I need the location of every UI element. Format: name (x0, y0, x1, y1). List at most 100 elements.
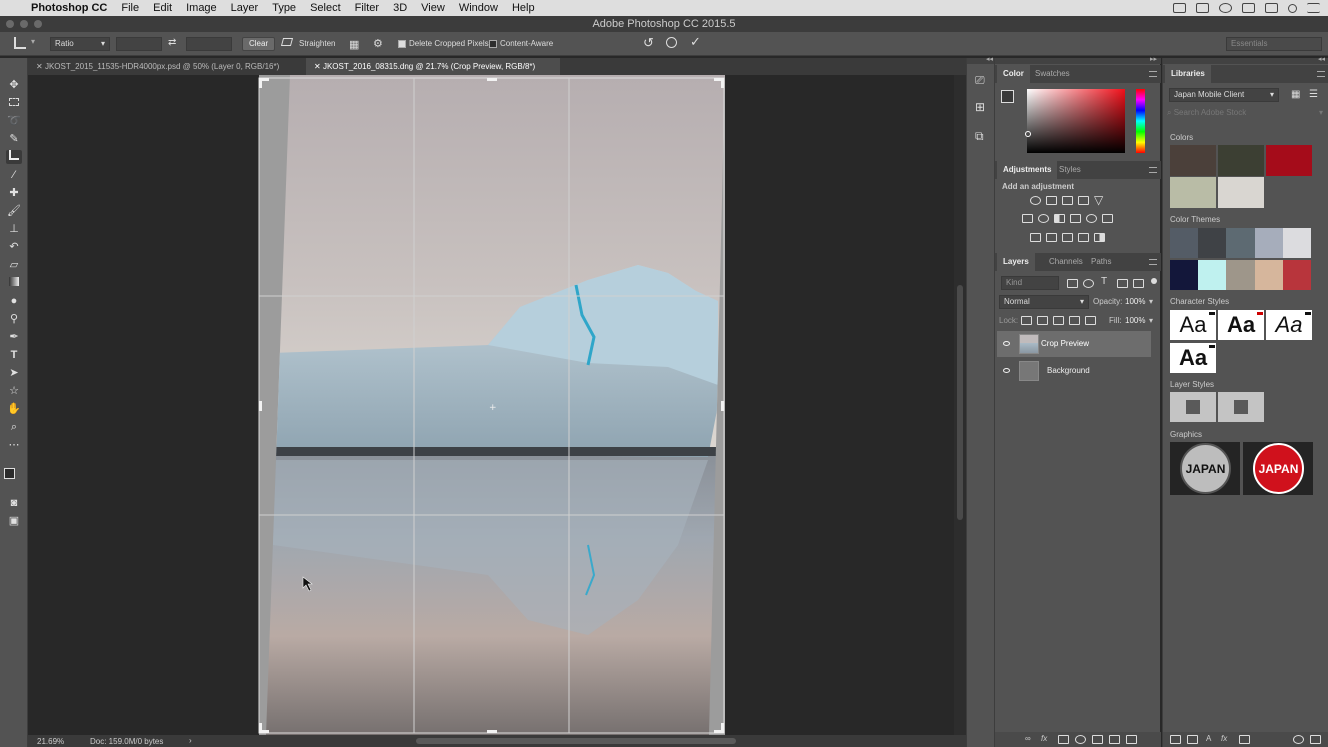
invert-icon[interactable] (1030, 233, 1041, 242)
add-char-style-icon[interactable]: A (1206, 734, 1211, 743)
lock-all-icon[interactable] (1085, 316, 1096, 325)
add-mask-icon[interactable] (1058, 735, 1069, 744)
pen-tool-icon[interactable]: ✒ (6, 330, 22, 344)
properties-icon[interactable]: ⊞ (975, 100, 985, 114)
path-selection-tool-icon[interactable]: ➤ (6, 366, 22, 380)
black-white-icon[interactable] (1054, 214, 1065, 223)
cancel-icon[interactable] (666, 37, 677, 48)
opacity-chevron-icon[interactable]: ▾ (1149, 297, 1153, 306)
swap-icon[interactable]: ⇄ (168, 37, 176, 48)
search-icon[interactable] (1288, 3, 1297, 13)
layer-style-icon[interactable]: fx (1041, 734, 1047, 743)
visibility-eye-icon[interactable] (1003, 368, 1010, 373)
close-tab-icon[interactable]: ✕ (36, 62, 45, 71)
layer-row-background[interactable]: Background (997, 358, 1151, 384)
add-content-icon[interactable] (1170, 735, 1181, 744)
commit-check-icon[interactable]: ✓ (690, 34, 701, 50)
library-color-swatch[interactable] (1170, 177, 1216, 208)
airplay-icon[interactable] (1196, 3, 1209, 13)
library-color-swatch[interactable] (1218, 145, 1264, 176)
exposure-icon[interactable] (1078, 196, 1089, 205)
more-tools-icon[interactable]: ⋯ (6, 438, 22, 452)
blend-mode-select[interactable]: Normal ▾ (999, 295, 1089, 309)
new-layer-icon[interactable] (1109, 735, 1120, 744)
overlay-grid-icon[interactable]: ▦ (349, 38, 359, 51)
panel-menu-icon[interactable] (1317, 71, 1325, 77)
type-tool-icon[interactable]: T (6, 348, 22, 362)
grid-view-icon[interactable]: ▦ (1291, 89, 1300, 100)
zoom-level[interactable]: 21.69% (37, 737, 64, 746)
ratio-select[interactable]: Ratio ▾ (50, 37, 110, 51)
add-layer-style-icon[interactable]: fx (1221, 734, 1227, 743)
menu-image[interactable]: Image (179, 0, 224, 16)
menu-file[interactable]: File (114, 0, 146, 16)
status-arrow-icon[interactable]: › (189, 736, 192, 745)
screen-icon[interactable] (1265, 3, 1278, 13)
history-icon[interactable]: ⎚ (975, 73, 985, 88)
color-theme[interactable] (1170, 260, 1312, 290)
menu-layer[interactable]: Layer (224, 0, 266, 16)
tab-libraries[interactable]: Libraries (1165, 65, 1211, 83)
close-tab-icon[interactable]: ✕ (314, 62, 323, 71)
shape-tool-icon[interactable]: ☆ (6, 384, 22, 398)
filter-toggle[interactable] (1151, 278, 1157, 284)
crop-tool-icon[interactable] (14, 37, 26, 49)
clone-stamp-tool-icon[interactable]: ⊥ (6, 222, 22, 236)
library-select[interactable]: Japan Mobile Client ▾ (1169, 88, 1279, 102)
color-picker-cursor[interactable] (1025, 131, 1031, 137)
tab-styles[interactable]: Styles (1053, 161, 1087, 179)
menu-edit[interactable]: Edit (146, 0, 179, 16)
quick-select-tool-icon[interactable]: ✎ (6, 132, 22, 146)
menu-3d[interactable]: 3D (386, 0, 414, 16)
quick-mask-icon[interactable]: ◙ (6, 496, 22, 510)
libraries-link-icon[interactable]: ⧉ (975, 129, 984, 144)
lasso-tool-icon[interactable]: ➰ (6, 114, 22, 128)
hand-tool-icon[interactable]: ✋ (6, 402, 22, 416)
home-icon[interactable] (1242, 3, 1255, 13)
eraser-tool-icon[interactable]: ▱ (6, 258, 22, 272)
ratio-height-input[interactable] (186, 37, 232, 51)
graphic-japan-gray[interactable]: JAPAN (1170, 442, 1240, 495)
list-icon[interactable] (1307, 3, 1320, 13)
panel-menu-icon[interactable] (1149, 259, 1157, 265)
straighten-icon[interactable] (280, 38, 294, 46)
color-picker-field[interactable] (1027, 89, 1125, 153)
brush-tool-icon[interactable]: 🖌 (6, 204, 22, 218)
menu-app-name[interactable]: Photoshop CC (24, 0, 114, 16)
tab-color[interactable]: Color (997, 65, 1030, 83)
history-brush-tool-icon[interactable]: ↶ (6, 240, 22, 254)
filter-smart-object-icon[interactable] (1133, 279, 1144, 288)
curves-icon[interactable] (1062, 196, 1073, 205)
sync-icon[interactable] (1293, 735, 1304, 744)
library-color-swatch[interactable] (1218, 177, 1264, 208)
marquee-tool-icon[interactable] (6, 96, 22, 110)
straighten-button[interactable]: Straighten (299, 39, 335, 48)
selective-color-icon[interactable] (1078, 233, 1089, 242)
add-graphic-icon[interactable] (1187, 735, 1198, 744)
color-balance-icon[interactable] (1038, 214, 1049, 223)
panel-menu-icon[interactable] (1149, 71, 1157, 77)
filter-shape-icon[interactable] (1117, 279, 1128, 288)
display-icon[interactable] (1173, 3, 1186, 13)
blur-tool-icon[interactable]: ● (6, 294, 22, 308)
photo-filter-icon[interactable] (1070, 214, 1081, 223)
content-aware-checkbox[interactable]: Content-Aware (489, 39, 553, 48)
menu-window[interactable]: Window (452, 0, 505, 16)
clear-button[interactable]: Clear (242, 37, 276, 51)
menu-help[interactable]: Help (505, 0, 542, 16)
vertical-scrollbar[interactable] (957, 285, 963, 520)
color-lookup-icon[interactable] (1102, 214, 1113, 223)
vibrance-icon[interactable]: ▽ (1094, 193, 1103, 207)
library-color-swatch[interactable] (1170, 145, 1216, 176)
channel-mixer-icon[interactable] (1086, 214, 1097, 223)
gradient-map-icon[interactable] (1094, 233, 1105, 242)
layer-kind-filter[interactable]: Kind (1001, 276, 1059, 290)
filter-pixel-icon[interactable] (1067, 279, 1078, 288)
posterize-icon[interactable] (1046, 233, 1057, 242)
tab-channels[interactable]: Channels (1043, 253, 1089, 271)
graphic-japan-red[interactable]: JAPAN (1243, 442, 1313, 495)
tab-paths[interactable]: Paths (1085, 253, 1117, 271)
layer-row-crop-preview[interactable]: Crop Preview (997, 331, 1151, 357)
lock-transparent-icon[interactable] (1021, 316, 1032, 325)
levels-icon[interactable] (1046, 196, 1057, 205)
